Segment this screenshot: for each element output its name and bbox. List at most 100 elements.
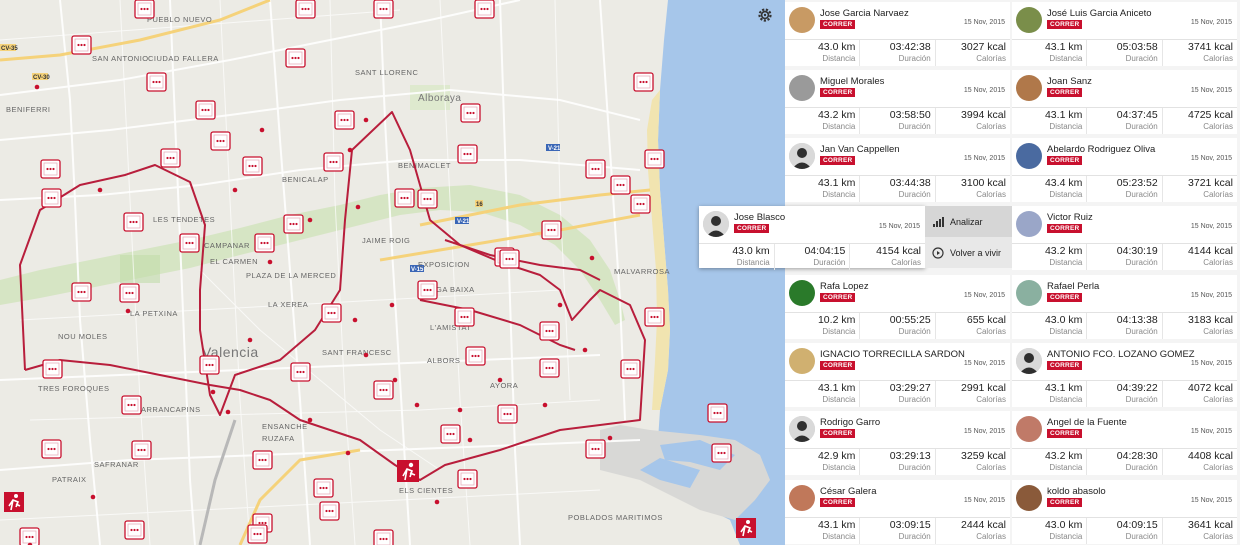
- runner-marker-icon[interactable]: [323, 152, 344, 172]
- runner-card[interactable]: Victor Ruiz CORRER 15 Nov, 2015 43.2 km Dist…: [1012, 206, 1237, 270]
- runner-name: Rafa Lopez: [820, 281, 869, 292]
- runner-marker-icon[interactable]: [131, 440, 152, 460]
- runner-card[interactable]: José Luis Garcia Aniceto CORRER 15 Nov, 20…: [1012, 2, 1237, 66]
- runner-marker-icon[interactable]: [319, 501, 340, 521]
- runner-marker-icon[interactable]: [123, 212, 144, 232]
- runner-marker-icon[interactable]: [644, 149, 665, 169]
- runner-marker-icon[interactable]: [394, 188, 415, 208]
- runner-card[interactable]: Angel de la Fuente CORRER 15 Nov, 2015 43.2…: [1012, 411, 1237, 475]
- avatar: [1016, 75, 1042, 101]
- default-avatar-icon: [1016, 348, 1042, 374]
- runner-marker-icon[interactable]: [160, 148, 181, 168]
- activity-badge: CORRER: [734, 224, 770, 233]
- selected-runner-card[interactable]: Jose Blasco CORRER 15 Nov, 2015 43.0 km D…: [699, 206, 925, 270]
- runner-marker-icon[interactable]: [620, 359, 641, 379]
- runner-marker-icon[interactable]: [457, 144, 478, 164]
- runner-actions-menu: Analizar Volver a vivir: [925, 206, 1012, 268]
- runner-marker-icon[interactable]: [41, 439, 62, 459]
- runner-card[interactable]: Jose Garcia Narvaez CORRER 15 Nov, 2015 43.…: [785, 2, 1010, 66]
- distance-value: 43.1 km: [817, 382, 856, 394]
- calories-value: 3741 kcal: [1188, 41, 1233, 53]
- runner-marker-icon[interactable]: [373, 380, 394, 400]
- route-point: [414, 402, 420, 408]
- runner-marker-icon[interactable]: [465, 346, 486, 366]
- runner-card[interactable]: ANTONIO FCO. LOZANO GOMEZ CORRER 15 Nov, 2…: [1012, 343, 1237, 407]
- runner-marker-icon[interactable]: [457, 469, 478, 489]
- runner-marker-icon[interactable]: [42, 359, 63, 379]
- district-label: CIUDAD FALLERA: [148, 54, 219, 63]
- activity-badge: CORRER: [1047, 224, 1083, 233]
- runner-marker-icon[interactable]: [499, 249, 520, 269]
- runner-marker-icon[interactable]: [210, 131, 231, 151]
- runner-marker-icon[interactable]: [417, 189, 438, 209]
- runner-marker-icon[interactable]: [541, 220, 562, 240]
- distance-value: 43.2 km: [1044, 245, 1083, 257]
- runner-marker-icon[interactable]: [644, 307, 665, 327]
- runner-marker-icon[interactable]: [313, 478, 334, 498]
- runner-marker-icon[interactable]: [497, 404, 518, 424]
- activity-date: 15 Nov, 2015: [963, 428, 1005, 435]
- runner-marker-icon[interactable]: [71, 35, 92, 55]
- runner-card[interactable]: Rafa Lopez CORRER 15 Nov, 2015 10.2 km Dista…: [785, 275, 1010, 339]
- runner-marker-icon[interactable]: [134, 0, 155, 19]
- runner-marker-icon[interactable]: [121, 395, 142, 415]
- district-label: SANT FRANCESC: [322, 348, 392, 357]
- runner-marker-icon[interactable]: [199, 355, 220, 375]
- runner-marker-icon[interactable]: [610, 175, 631, 195]
- runner-marker-icon[interactable]: [711, 443, 732, 463]
- runner-marker-icon[interactable]: [124, 520, 145, 540]
- runner-marker-icon[interactable]: [295, 0, 316, 19]
- runner-marker-icon[interactable]: [285, 48, 306, 68]
- runner-marker-icon[interactable]: [440, 424, 461, 444]
- runner-marker-icon[interactable]: [321, 303, 342, 323]
- runner-marker-icon[interactable]: [179, 233, 200, 253]
- route-point: [467, 437, 473, 443]
- runner-marker-icon[interactable]: [19, 527, 40, 545]
- runner-marker-icon[interactable]: [460, 103, 481, 123]
- runner-marker-icon[interactable]: [40, 159, 61, 179]
- runner-marker-icon[interactable]: [707, 403, 728, 423]
- runner-marker-icon[interactable]: [242, 156, 263, 176]
- runner-marker-icon[interactable]: [41, 188, 62, 208]
- runner-marker-icon[interactable]: [146, 72, 167, 92]
- runner-marker-icon[interactable]: [373, 529, 394, 545]
- runner-marker-icon[interactable]: [71, 282, 92, 302]
- replay-button[interactable]: Volver a vivir: [925, 237, 1012, 268]
- runner-marker-icon[interactable]: [585, 439, 606, 459]
- runner-card[interactable]: Joan Sanz CORRER 15 Nov, 2015 43.1 km Distan…: [1012, 70, 1237, 134]
- runner-card[interactable]: Rafael Perla CORRER 15 Nov, 2015 43.0 km Dis…: [1012, 275, 1237, 339]
- runner-marker-icon[interactable]: [539, 321, 560, 341]
- runner-name: Jose Garcia Narvaez: [820, 8, 909, 19]
- runner-marker-icon[interactable]: [195, 100, 216, 120]
- duration-value: 05:23:52: [1116, 177, 1158, 189]
- activity-date: 15 Nov, 2015: [1190, 497, 1232, 504]
- runner-card[interactable]: IGNACIO TORRECILLA SARDON CORRER 15 Nov, 2…: [785, 343, 1010, 407]
- runner-marker-icon[interactable]: [119, 283, 140, 303]
- runner-marker-icon[interactable]: [539, 358, 560, 378]
- runner-marker-icon[interactable]: [630, 194, 651, 214]
- runner-marker-icon[interactable]: [373, 0, 394, 19]
- runner-card[interactable]: Jan Van Cappellen CORRER 15 Nov, 2015 43.1 …: [785, 138, 1010, 202]
- runner-marker-icon[interactable]: [247, 524, 268, 544]
- duration-value: 03:09:15: [889, 519, 931, 531]
- runner-card[interactable]: César Galera CORRER 15 Nov, 2015 43.1 km Dis…: [785, 480, 1010, 544]
- runner-card[interactable]: koldo abasolo CORRER 15 Nov, 2015 43.0 km Di…: [1012, 480, 1237, 544]
- runner-card[interactable]: Miguel Morales CORRER 15 Nov, 2015 43.2 km D…: [785, 70, 1010, 134]
- runner-marker-icon[interactable]: [254, 233, 275, 253]
- runner-marker-icon[interactable]: [474, 0, 495, 19]
- settings-button[interactable]: [754, 4, 776, 26]
- runner-marker-icon[interactable]: [334, 110, 355, 130]
- analyze-button[interactable]: Analizar: [925, 206, 1012, 237]
- runner-marker-icon[interactable]: [633, 72, 654, 92]
- runner-card[interactable]: Abelardo Rodriguez Oliva CORRER 15 Nov, 20…: [1012, 138, 1237, 202]
- runner-marker-icon[interactable]: [454, 307, 475, 327]
- calories-value: 3259 kcal: [961, 450, 1006, 462]
- runner-marker-icon[interactable]: [290, 362, 311, 382]
- runner-marker-icon[interactable]: [252, 450, 273, 470]
- avatar: [789, 348, 815, 374]
- runner-card[interactable]: Rodrigo Garro CORRER 15 Nov, 2015 42.9 km Di…: [785, 411, 1010, 475]
- runner-marker-icon[interactable]: [585, 159, 606, 179]
- runner-marker-icon[interactable]: [417, 280, 438, 300]
- runner-marker-icon[interactable]: [283, 214, 304, 234]
- activity-badge: CORRER: [1047, 88, 1083, 97]
